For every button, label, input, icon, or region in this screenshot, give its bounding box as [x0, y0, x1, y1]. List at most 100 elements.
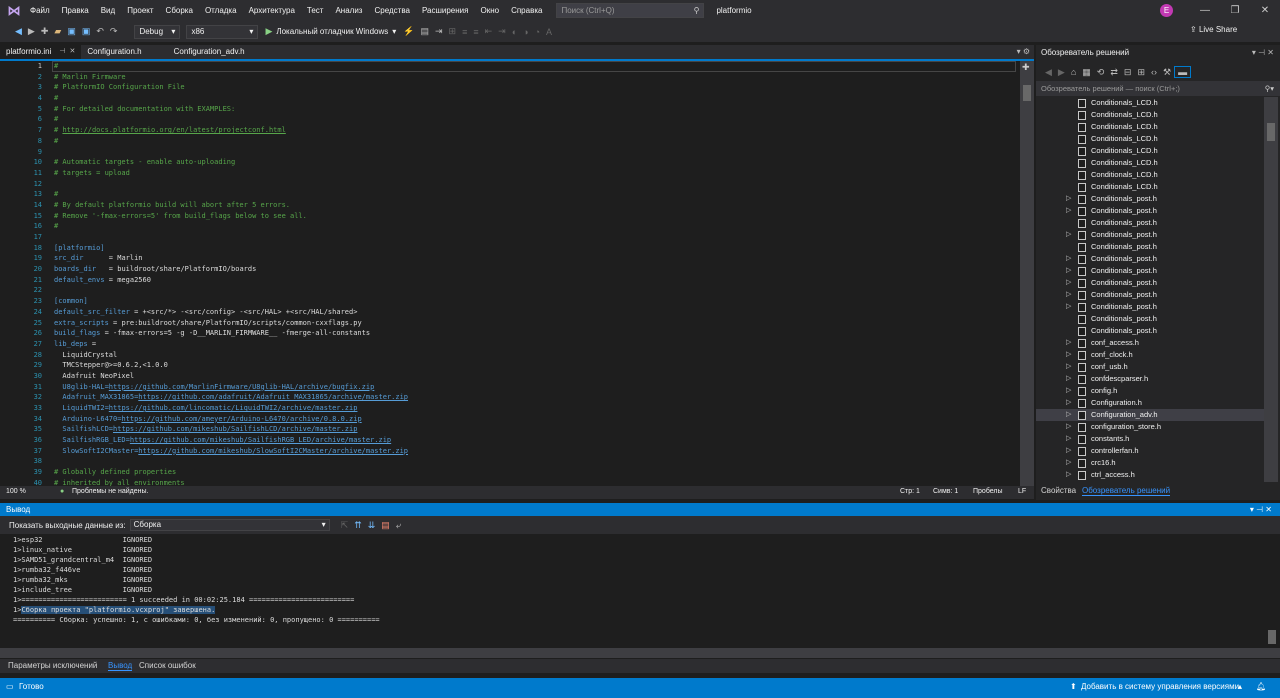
tab-error-list[interactable]: Список ошибок: [139, 661, 196, 670]
expand-arrow-icon[interactable]: ▷: [1066, 373, 1078, 385]
pin-icon[interactable]: ⊣: [59, 45, 65, 59]
code-link[interactable]: https://github.com/lincomatic/LiquidTWI2…: [109, 404, 358, 412]
tree-item[interactable]: ▷ Conditionals_post.h: [1036, 229, 1264, 241]
tab-solution-explorer[interactable]: Обозреватель решений: [1082, 486, 1171, 496]
tree-item[interactable]: Conditionals_post.h: [1036, 241, 1264, 253]
output-source-select[interactable]: Сборка ▾: [129, 519, 330, 531]
code-editor[interactable]: 1 2 3 4 5 6 7 8 9 10 11 12 13 14 15 16 17 18 19 20 21 22 23 24 2…: [0, 61, 1020, 486]
tab-exception-settings[interactable]: Параметры исключений: [8, 661, 97, 670]
tree-item[interactable]: Conditionals_LCD.h: [1036, 133, 1264, 145]
menu-help[interactable]: Справка: [505, 0, 548, 21]
collapse-all-icon[interactable]: ⊟: [1121, 67, 1135, 78]
expand-arrow-icon[interactable]: ▷: [1066, 421, 1078, 433]
tree-item[interactable]: ▷ confdescparser.h: [1036, 373, 1264, 385]
code-link[interactable]: https://github.com/MarlinFirmware/U8glib…: [109, 383, 375, 391]
tree-item[interactable]: Conditionals_LCD.h: [1036, 121, 1264, 133]
expand-arrow-icon[interactable]: ▷: [1066, 289, 1078, 301]
tree-item[interactable]: ▷ Conditionals_post.h: [1036, 265, 1264, 277]
tree-item[interactable]: ▷ Conditionals_post.h: [1036, 289, 1264, 301]
new-project-icon[interactable]: ✚: [38, 26, 52, 37]
back-icon[interactable]: ◀: [12, 26, 25, 37]
output-vertical-scrollbar[interactable]: [1264, 534, 1280, 648]
account-avatar[interactable]: E: [1160, 4, 1173, 17]
close-icon[interactable]: ✕: [69, 45, 75, 59]
start-debugging-button[interactable]: ▶ Локальный отладчик Windows ▾: [265, 26, 396, 37]
expand-arrow-icon[interactable]: ▷: [1066, 229, 1078, 241]
tree-item[interactable]: Conditionals_LCD.h: [1036, 169, 1264, 181]
back-icon[interactable]: ◀: [1042, 67, 1055, 78]
editor-vertical-scrollbar[interactable]: ✚: [1020, 61, 1034, 486]
uncomment-icon[interactable]: ≡: [470, 27, 481, 37]
expand-arrow-icon[interactable]: ▷: [1066, 337, 1078, 349]
panel-options-icon[interactable]: ▾ ⊣ ✕: [1250, 503, 1272, 516]
switch-views-icon[interactable]: ▦: [1079, 67, 1094, 78]
tree-item[interactable]: Conditionals_LCD.h: [1036, 97, 1264, 109]
scrollbar-thumb[interactable]: [1268, 630, 1276, 644]
code-view-icon[interactable]: ‹›: [1148, 67, 1160, 77]
minimize-button[interactable]: —: [1190, 0, 1220, 21]
expand-arrow-icon[interactable]: ▷: [1066, 457, 1078, 469]
tree-item[interactable]: ▷ Conditionals_post.h: [1036, 253, 1264, 265]
quick-search-input[interactable]: Поиск (Ctrl+Q) ⚲: [556, 3, 705, 18]
tree-item[interactable]: ▷ Conditionals_post.h: [1036, 205, 1264, 217]
problems-status[interactable]: Проблемы не найдены.: [72, 488, 148, 495]
tab-configuration-h[interactable]: Configuration.h: [81, 45, 147, 59]
add-to-source-control-button[interactable]: Добавить в систему управления версиями: [1081, 682, 1239, 691]
output-text[interactable]: 1>esp32 IGNORED 1>linux_native IGNORED 1…: [0, 534, 1264, 648]
output-horizontal-scrollbar[interactable]: [0, 648, 1280, 658]
preview-icon[interactable]: ▬: [1174, 66, 1192, 78]
zoom-level[interactable]: 100 %: [6, 488, 26, 495]
expand-arrow-icon[interactable]: ▷: [1066, 205, 1078, 217]
next-message-icon[interactable]: ⇊: [365, 520, 379, 531]
tree-item[interactable]: ▷ Configuration.h: [1036, 397, 1264, 409]
tree-item[interactable]: Conditionals_LCD.h: [1036, 157, 1264, 169]
panel-options-icon[interactable]: ▾ ⊣ ✕: [1252, 45, 1274, 61]
expand-arrow-icon[interactable]: ▷: [1066, 445, 1078, 457]
bookmark-clear-icon[interactable]: ◔: [532, 27, 543, 37]
code-link[interactable]: https://github.com/adafruit/Adafruit_MAX…: [138, 393, 408, 401]
tree-item[interactable]: ▷ conf_clock.h: [1036, 349, 1264, 361]
tree-item[interactable]: ▷ constants.h: [1036, 433, 1264, 445]
tree-item[interactable]: ▷ config.h: [1036, 385, 1264, 397]
menu-build[interactable]: Сборка: [160, 0, 199, 21]
scrollbar-thumb[interactable]: [1023, 85, 1031, 101]
tree-item[interactable]: Conditionals_LCD.h: [1036, 109, 1264, 121]
code-content[interactable]: # # Marlin Firmware # PlatformIO Configura…: [54, 61, 1014, 486]
show-all-files-icon[interactable]: ⊞: [1134, 67, 1148, 78]
maximize-button[interactable]: ❐: [1220, 0, 1250, 21]
close-button[interactable]: ✕: [1250, 0, 1280, 21]
prev-message-icon[interactable]: ⇈: [351, 520, 365, 531]
expand-arrow-icon[interactable]: ▷: [1066, 277, 1078, 289]
tree-item[interactable]: ▷ configuration_store.h: [1036, 421, 1264, 433]
tab-platformio-ini[interactable]: platformio.ini ⊣ ✕: [0, 45, 82, 59]
tree-item[interactable]: Conditionals_LCD.h: [1036, 181, 1264, 193]
browser-link-icon[interactable]: ▤: [417, 26, 432, 37]
expand-arrow-icon[interactable]: ▷: [1066, 433, 1078, 445]
home-icon[interactable]: ⌂: [1068, 67, 1079, 77]
forward-icon[interactable]: ▶: [25, 26, 38, 37]
menu-edit[interactable]: Правка: [56, 0, 95, 21]
sync-icon[interactable]: ⇄: [1107, 67, 1121, 78]
menu-view[interactable]: Вид: [95, 0, 121, 21]
find-message-icon[interactable]: ⇱: [338, 520, 352, 531]
indent-icon[interactable]: ⇤: [482, 26, 496, 37]
code-link[interactable]: http://docs.platformio.org/en/latest/pro…: [62, 126, 285, 134]
properties-icon[interactable]: ⚒: [1160, 67, 1174, 78]
code-link[interactable]: https://github.com/ameyer/Arduino-L6470/…: [121, 415, 361, 423]
open-folder-icon[interactable]: ▰: [51, 26, 64, 37]
menu-tools[interactable]: Средства: [368, 0, 415, 21]
tree-item[interactable]: Conditionals_LCD.h: [1036, 145, 1264, 157]
redo-icon[interactable]: ↷: [107, 26, 121, 37]
tree-item[interactable]: Conditionals_post.h: [1036, 313, 1264, 325]
menu-window[interactable]: Окно: [474, 0, 505, 21]
solution-vertical-scrollbar[interactable]: [1264, 97, 1278, 482]
tab-overflow-icon[interactable]: ▾ ⚙: [1017, 45, 1030, 59]
tab-properties[interactable]: Свойства: [1041, 486, 1076, 495]
menu-file[interactable]: Файл: [24, 0, 56, 21]
notifications-icon[interactable]: ▴: [1238, 682, 1242, 691]
menu-analyze[interactable]: Анализ: [329, 0, 368, 21]
clear-all-icon[interactable]: ▤: [378, 520, 393, 531]
expand-arrow-icon[interactable]: ▷: [1066, 469, 1078, 481]
tree-item[interactable]: ▷ Configuration_adv.h: [1036, 409, 1264, 421]
expand-arrow-icon[interactable]: ▷: [1066, 361, 1078, 373]
